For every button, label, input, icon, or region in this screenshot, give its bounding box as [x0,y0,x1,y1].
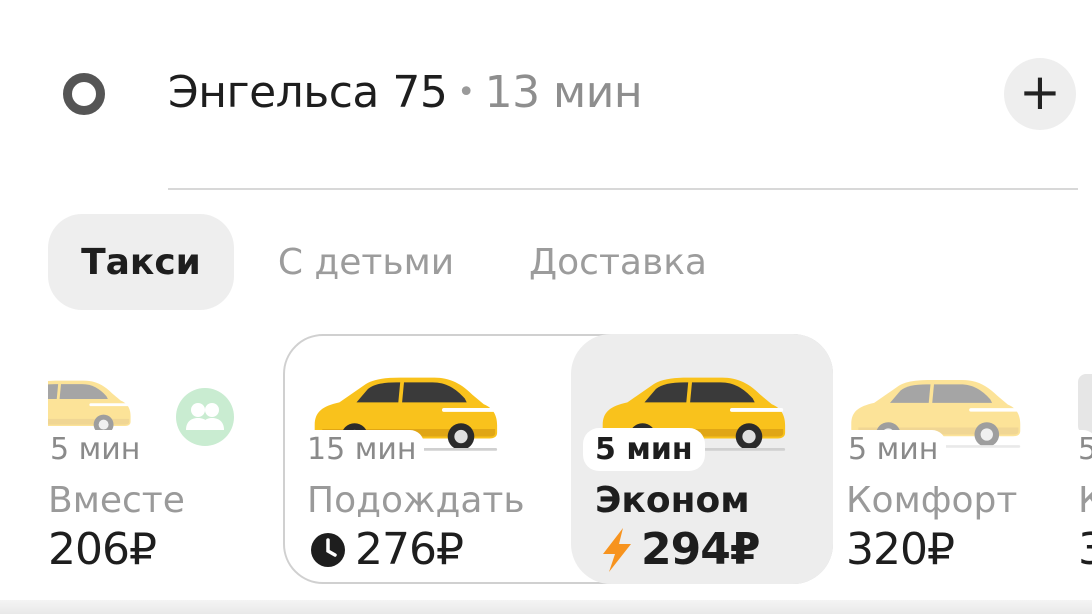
tariff-card-together[interactable]: 5 мин Вместе 206₽ [48,334,248,584]
tariff-price: 206₽ [48,524,157,575]
plus-icon: + [1019,63,1061,121]
divider [168,188,1078,190]
tariff-eta: 5 мин [48,430,149,469]
tariff-eta: 5 мин [583,428,705,471]
route-row[interactable]: Энгельса 75 • 13 мин [168,62,643,122]
origin-point-icon [63,73,105,115]
address-text[interactable]: Энгельса 75 [168,67,448,118]
tariff-card-economy[interactable]: 5 мин Эконом 294₽ [571,334,833,584]
tab-delivery[interactable]: Доставка [520,214,716,310]
tariff-eta: 15 мин [305,430,425,469]
tariff-card-wait[interactable]: 15 мин Подождать 276₽ [283,334,571,584]
tariff-name: Вместе [48,480,185,521]
tab-label: Доставка [529,241,707,283]
group-icon [176,388,234,446]
tariff-eta: 5 мин [846,430,947,469]
add-stop-button[interactable]: + [1004,58,1076,130]
tab-label: С детьми [277,241,455,283]
tariff-name: К [1078,480,1092,521]
tariff-card-comfort[interactable]: 5 мин Комфорт 320₽ [846,334,1056,584]
tariff-price: 294₽ [641,524,760,575]
tariff-card-next[interactable]: 5 К 3 [1078,334,1092,584]
bottom-panel-edge [0,600,1092,614]
tariff-price: 3 [1078,524,1092,575]
car-icon [1078,374,1092,434]
lightning-icon [603,527,631,572]
address-separator: • [457,74,475,110]
tab-taxi[interactable]: Такси [48,214,234,310]
tariff-price: 320₽ [846,524,955,575]
tariff-price: 276₽ [355,524,464,575]
tariff-price-row: 276₽ [309,524,464,575]
tariff-name: Комфорт [846,480,1018,521]
clock-icon [311,532,345,567]
tab-label: Такси [81,241,201,283]
tab-with-kids[interactable]: С детьми [268,214,464,310]
tariff-price-row: 294₽ [597,524,760,575]
address-eta: 13 мин [484,66,643,118]
tariff-name: Эконом [595,480,750,521]
tariff-name: Подождать [307,480,525,521]
tariff-eta: 5 [1078,430,1092,469]
